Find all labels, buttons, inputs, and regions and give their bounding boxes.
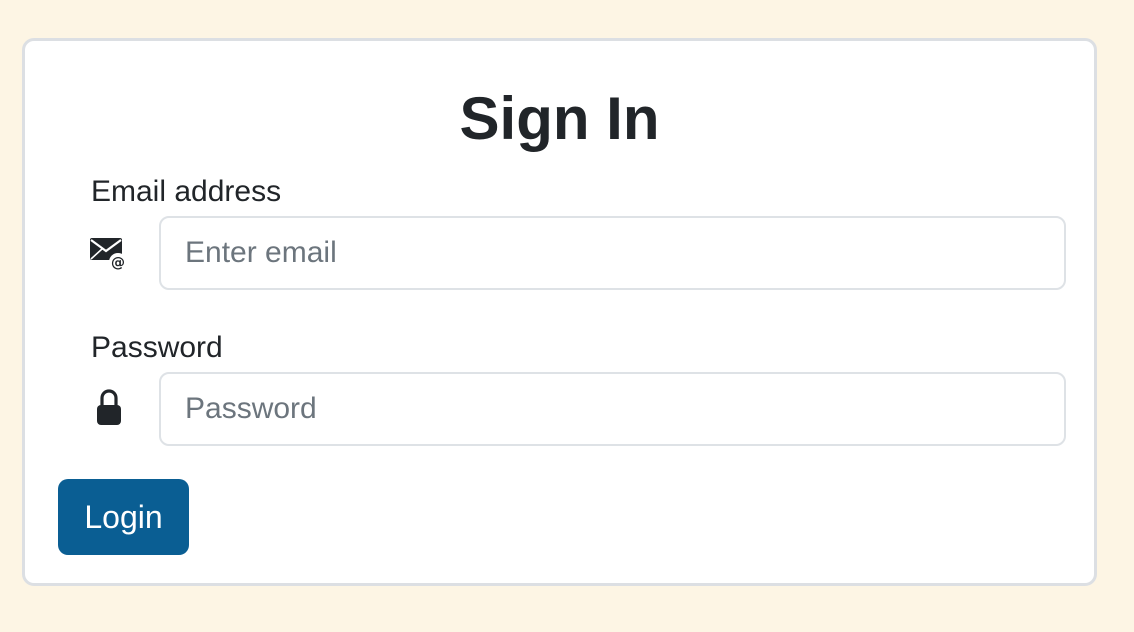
email-label: Email address — [91, 175, 282, 208]
password-label: Password — [91, 331, 223, 364]
page-title: Sign In — [459, 85, 660, 152]
login-button[interactable]: Login — [58, 479, 189, 555]
email-field[interactable] — [159, 216, 1066, 290]
lock-icon — [89, 386, 129, 426]
envelope-at-icon: @ — [89, 233, 129, 273]
password-field[interactable] — [159, 372, 1066, 446]
sign-in-card: Sign In Email address @ Password Login — [22, 38, 1097, 586]
svg-text:@: @ — [111, 255, 125, 271]
